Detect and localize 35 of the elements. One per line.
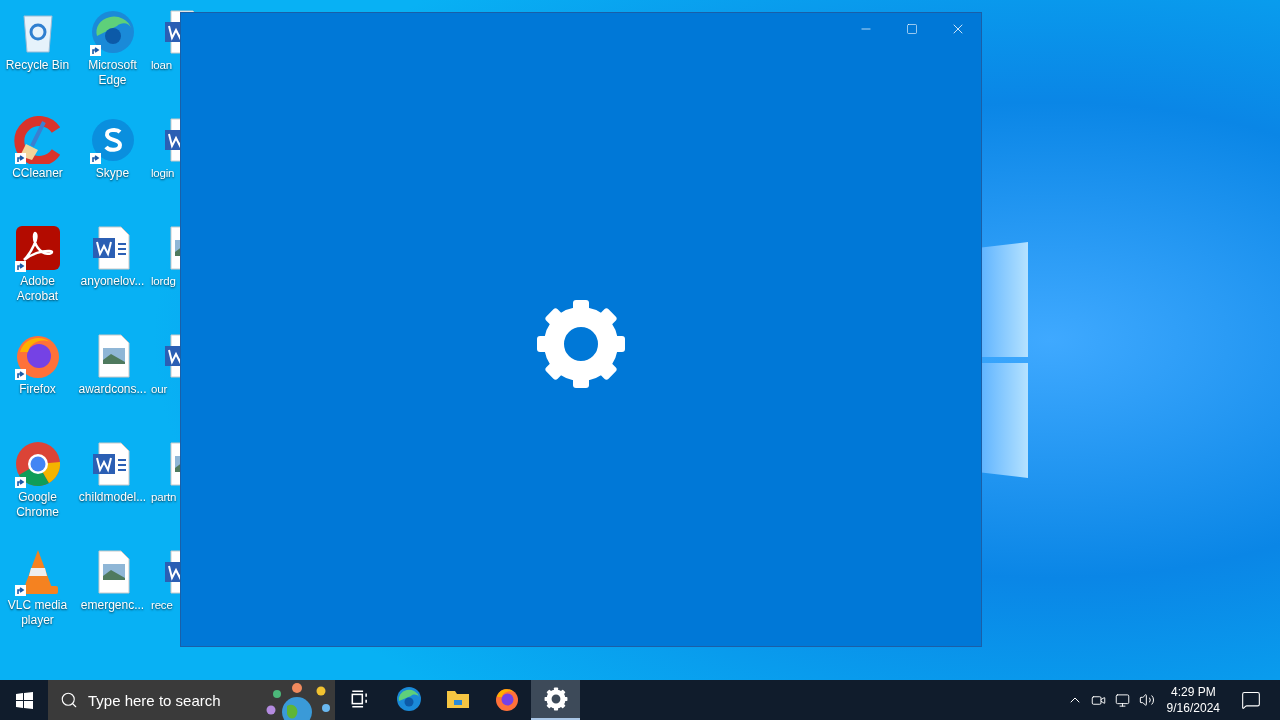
desktop-icon-label[interactable]: Firefox [0,382,75,397]
desktop-icon-label[interactable]: CCleaner [0,166,75,181]
task-view-icon [349,689,370,709]
desktop-icon-label[interactable]: lordg [151,274,176,289]
search-icon [60,691,78,709]
desktop-icon-label[interactable]: login [151,166,175,181]
desktop-icon-label[interactable]: Microsoft Edge [75,58,150,88]
network-icon [1115,692,1131,708]
speech-bubble-icon [1241,690,1261,710]
desktop-icon-label[interactable]: Recycle Bin [0,58,75,73]
desktop-icon-label[interactable]: partn [151,490,177,505]
desktop-icon-label[interactable]: VLC media player [0,598,75,628]
windows-logo-icon [15,691,33,709]
clock[interactable]: 4:29 PM 9/16/2024 [1158,684,1228,716]
desktop-icon-label[interactable]: Google Chrome [0,490,75,520]
settings-icon [542,686,569,712]
maximize-icon [906,23,918,35]
desktop-icon-label[interactable]: awardcons... [75,382,150,397]
desktop-icon-label[interactable]: childmodel... [75,490,150,505]
desktop-icon-label[interactable]: loan [151,58,172,73]
desktop-icon-label[interactable]: rece [151,598,173,613]
taskbar-app-button[interactable] [531,680,580,720]
ccleaner-icon [13,116,62,164]
acrobat-icon [13,224,62,272]
search-bar[interactable]: Type here to search [48,680,335,720]
firefox-icon [493,686,520,712]
desktop-icon-label[interactable]: Adobe Acrobat [0,274,75,304]
search-input[interactable]: Type here to search [86,690,260,710]
chrome-icon [13,440,62,488]
desktop-icon-label[interactable]: Skype [75,166,150,181]
desktop-icon-label[interactable]: emergenc... [75,598,150,613]
desktop-icon-label[interactable]: our [151,382,168,397]
desktop-icon-label[interactable]: anyonelov... [75,274,150,289]
volume-icon [1138,692,1155,708]
edge-icon [395,686,422,712]
